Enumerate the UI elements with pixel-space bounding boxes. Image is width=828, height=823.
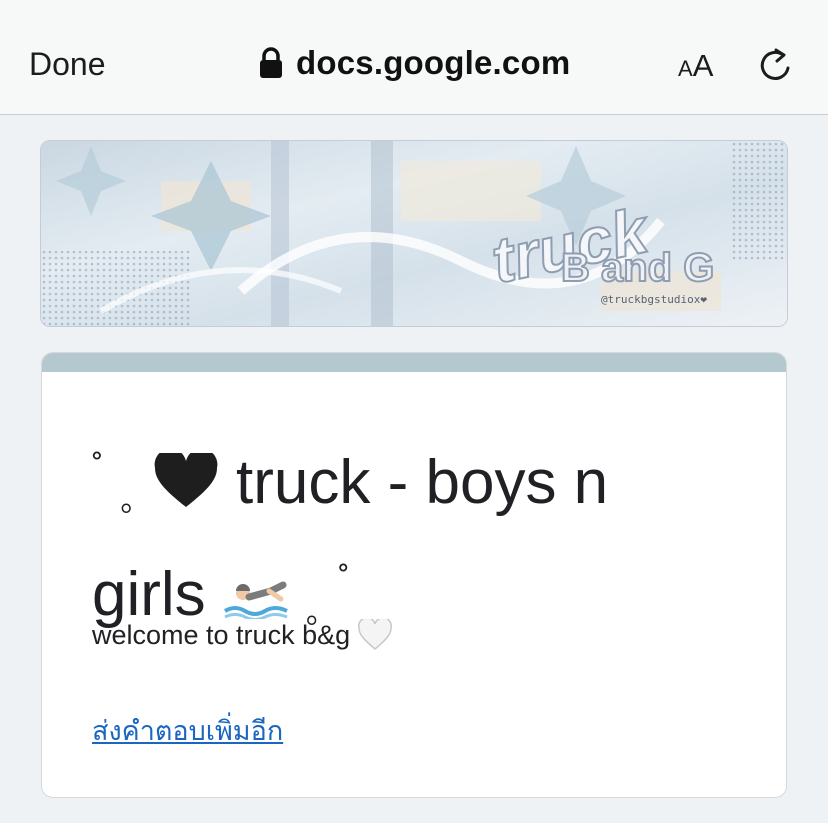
banner-logo-sub: B and G — [561, 246, 714, 290]
form-description: welcome to truck b&g — [92, 619, 393, 651]
swimmer-icon — [223, 581, 288, 619]
form-description-text: welcome to truck b&g — [92, 619, 351, 650]
form-header-card: ˚ ｡ truck - boys n girls ｡ ˚ welcome to … — [41, 352, 787, 798]
header-banner-image: truck B and G @truckbgstudiox❤ — [40, 140, 788, 327]
title-deco-dot: ｡ — [120, 485, 136, 518]
text-size-button[interactable]: AA — [678, 48, 713, 84]
text-size-large-label: A — [692, 48, 714, 83]
banner-handle: @truckbgstudiox❤ — [601, 293, 707, 306]
browser-toolbar: Done docs.google.com AA — [0, 0, 828, 115]
white-heart-icon — [358, 619, 393, 650]
submit-another-response-link[interactable]: ส่งคำตอบเพิ่มอีก — [92, 709, 283, 752]
card-accent-bar — [42, 353, 786, 372]
url-text: docs.google.com — [296, 44, 571, 81]
reload-icon[interactable] — [757, 46, 793, 84]
done-button[interactable]: Done — [29, 46, 106, 83]
lock-icon — [260, 47, 282, 78]
address-bar[interactable]: docs.google.com — [258, 44, 570, 82]
black-heart-icon — [154, 453, 218, 507]
title-deco-ring-2: ˚ — [338, 561, 350, 599]
form-title-part1: truck - boys n — [236, 448, 609, 517]
title-deco-ring: ˚ — [92, 449, 104, 487]
text-size-small-label: A — [678, 56, 693, 81]
